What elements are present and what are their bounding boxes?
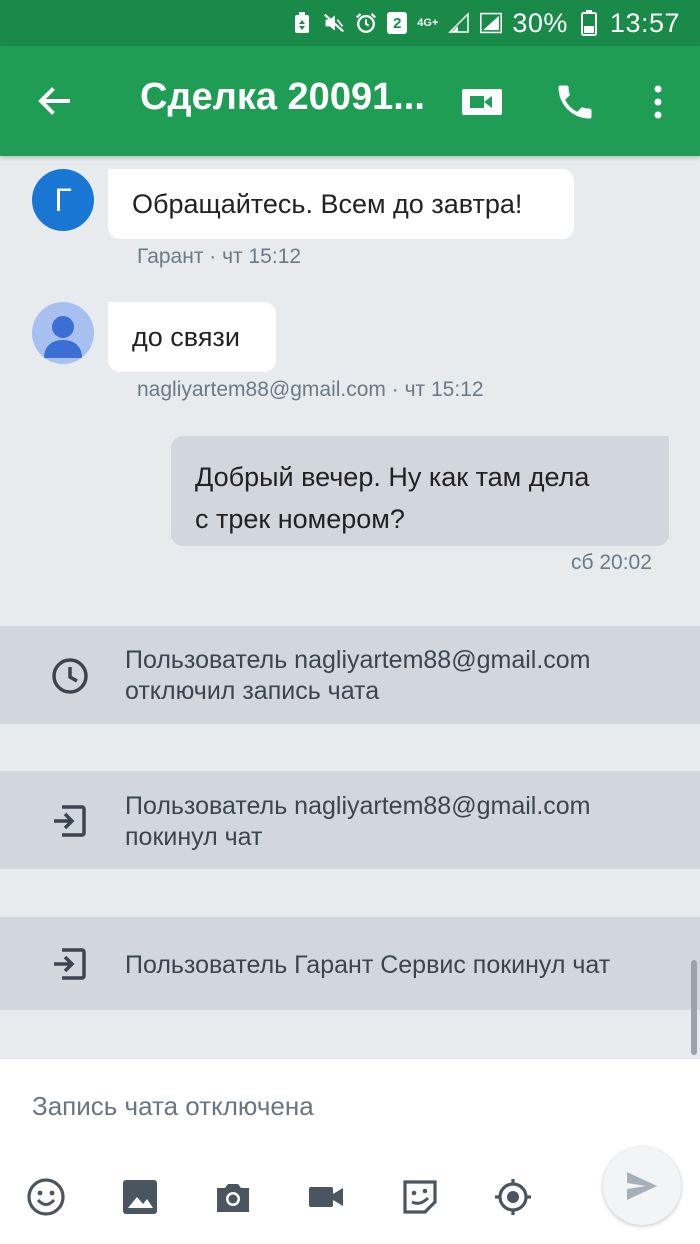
chat-title: Сделка 20091... [140,76,425,118]
more-vert-icon [654,85,662,119]
exit-icon [50,944,90,984]
video-call-button[interactable] [460,80,504,124]
scrollbar[interactable] [691,960,697,1055]
message-meta: nagliyartem88@gmail.com · чт 15:12 [137,378,484,401]
battery-icon [578,10,600,36]
message-bubble[interactable]: до связи [108,302,276,372]
emoji-button[interactable] [26,1177,66,1217]
phone-icon [558,85,592,119]
avatar[interactable]: Г [32,169,94,231]
message-input[interactable]: Запись чата отключена [32,1091,314,1122]
back-button[interactable] [32,79,76,123]
message-text: Обращайтесь. Всем до завтра! [132,188,523,219]
message-text: до связи [132,321,240,352]
video-icon [309,1187,343,1207]
message-text: с трек номером? [195,504,405,534]
status-bar: 2 4G+ 30% 13:57 [0,0,700,46]
message-bubble-outgoing[interactable]: Добрый вечер. Ну как там дела с трек ном… [171,436,669,546]
system-event-text: Пользователь nagliyartem88@gmail.com пок… [125,791,591,853]
exit-icon [50,801,90,841]
system-event-text: Пользователь Гарант Сервис покинул чат [125,951,611,979]
signal-icon [480,12,503,34]
composer [0,1058,700,1244]
system-event-line: Пользователь nagliyartem88@gmail.com [125,792,591,820]
image-button[interactable] [120,1177,160,1217]
send-icon [627,1172,657,1200]
avatar[interactable] [32,302,94,364]
battery-level: 30% [512,7,568,38]
phone-call-button[interactable] [553,80,597,124]
message-meta: Гарант · чт 15:12 [137,245,302,268]
network-4g-icon: 4G+ [417,16,439,29]
camera-button[interactable] [213,1177,253,1217]
signal-icon [448,12,470,34]
back-arrow-icon [38,87,70,115]
battery-saver-icon [291,12,313,34]
sim-icon: 2 [387,12,408,34]
more-options-button[interactable] [636,80,680,124]
sticker-icon [403,1180,437,1214]
video-call-icon [462,89,502,115]
location-icon [495,1179,531,1215]
system-event-line: отключил запись чата [125,677,380,705]
location-button[interactable] [493,1177,533,1217]
message-meta: сб 20:02 [571,551,652,574]
system-event-text: Пользователь nagliyartem88@gmail.com отк… [125,645,591,707]
message-text: Добрый вечер. Ну как там дела [195,462,590,492]
sticker-button[interactable] [400,1177,440,1217]
mute-icon [323,12,345,34]
emoji-icon [27,1178,65,1216]
avatar-letter: Г [54,181,72,218]
person-icon [44,316,82,358]
app-bar: Сделка 20091... [0,46,700,156]
video-button[interactable] [306,1177,346,1217]
send-button[interactable] [603,1147,681,1225]
system-event-line: покинул чат [125,823,263,851]
system-event-line: Пользователь nagliyartem88@gmail.com [125,646,591,674]
message-bubble[interactable]: Обращайтесь. Всем до завтра! [108,169,574,239]
camera-icon [217,1184,249,1212]
alarm-icon [355,12,377,34]
image-icon [123,1180,157,1214]
clock: 13:57 [609,7,680,38]
clock-icon [50,656,90,696]
